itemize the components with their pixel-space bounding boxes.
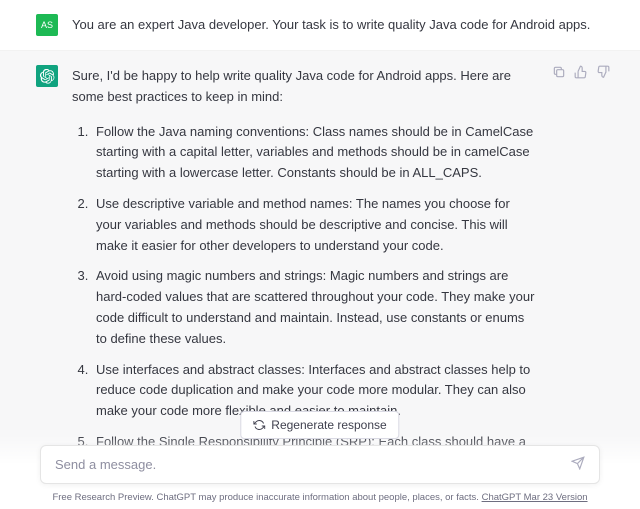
footer-disclaimer: Free Research Preview. ChatGPT may produ…: [40, 492, 600, 503]
regenerate-button[interactable]: Regenerate response: [240, 411, 399, 439]
footer-text: Free Research Preview. ChatGPT may produ…: [52, 492, 481, 503]
list-item: Use descriptive variable and method name…: [92, 194, 538, 256]
chatgpt-avatar: [36, 65, 58, 87]
assistant-intro-text: Sure, I'd be happy to help write quality…: [72, 66, 538, 108]
refresh-icon: [253, 419, 265, 431]
composer-area: Regenerate response Free Research Previe…: [0, 435, 640, 509]
message-input-box[interactable]: [40, 445, 600, 484]
message-input[interactable]: [55, 457, 571, 472]
version-link[interactable]: ChatGPT Mar 23 Version: [482, 492, 588, 503]
regenerate-label: Regenerate response: [271, 418, 386, 432]
list-item: Follow the Java naming conventions: Clas…: [92, 122, 538, 184]
user-avatar: AS: [36, 14, 58, 36]
send-icon[interactable]: [571, 456, 585, 473]
user-message-text: You are an expert Java developer. Your t…: [72, 14, 610, 36]
list-item: Avoid using magic numbers and strings: M…: [92, 266, 538, 349]
openai-logo-icon: [40, 69, 55, 84]
user-message-row: AS You are an expert Java developer. You…: [0, 0, 640, 51]
